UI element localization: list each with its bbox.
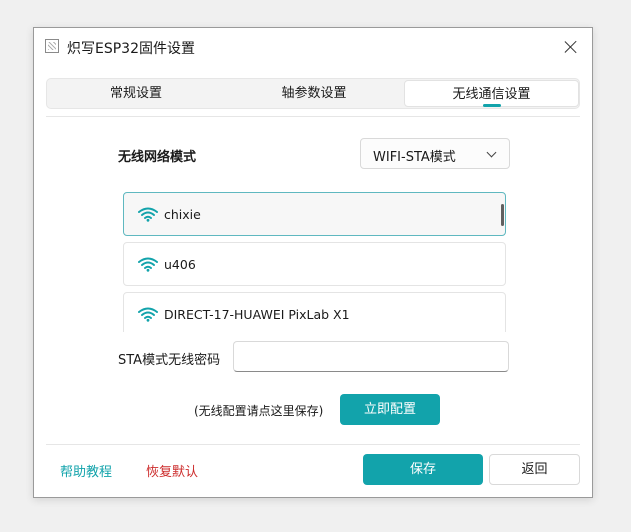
reset-defaults-link[interactable]: 恢复默认 bbox=[146, 461, 198, 480]
sta-password-input[interactable] bbox=[233, 341, 509, 372]
title-bar: 炽写ESP32固件设置 bbox=[34, 28, 592, 66]
wireless-mode-select[interactable]: WIFI-STA模式 bbox=[360, 138, 510, 169]
wifi-ssid: DIRECT-17-HUAWEI PixLab X1 bbox=[164, 307, 350, 322]
wifi-network-list[interactable]: chixie u406 DIRECT-17-HUAWEI PixLab X1 bbox=[123, 192, 506, 332]
config-hint: (无线配置请点这里保存) bbox=[194, 404, 324, 418]
close-icon[interactable] bbox=[560, 36, 582, 58]
wifi-ssid: chixie bbox=[164, 207, 201, 222]
sta-password-label: STA模式无线密码 bbox=[118, 353, 221, 368]
window-title: 炽写ESP32固件设置 bbox=[67, 41, 195, 57]
save-button[interactable]: 保存 bbox=[363, 454, 483, 485]
divider bbox=[46, 444, 580, 445]
selection-indicator bbox=[501, 204, 504, 226]
help-link[interactable]: 帮助教程 bbox=[60, 461, 112, 480]
wifi-list-item[interactable]: u406 bbox=[123, 242, 506, 286]
divider bbox=[46, 116, 580, 117]
chevron-down-icon bbox=[486, 147, 497, 158]
settings-dialog: 炽写ESP32固件设置 常规设置 轴参数设置 无线通信设置 无线网络模式 WIF… bbox=[33, 27, 593, 498]
tab-general[interactable]: 常规设置 bbox=[47, 79, 225, 108]
wifi-icon bbox=[138, 207, 158, 222]
wifi-icon bbox=[138, 257, 158, 272]
active-tab-indicator bbox=[483, 104, 501, 107]
tab-axis-params[interactable]: 轴参数设置 bbox=[225, 79, 403, 108]
tab-wireless[interactable]: 无线通信设置 bbox=[404, 80, 579, 107]
wireless-mode-value: WIFI-STA模式 bbox=[373, 150, 456, 165]
wifi-list-item[interactable]: chixie bbox=[123, 192, 506, 236]
tab-bar: 常规设置 轴参数设置 无线通信设置 bbox=[46, 78, 580, 109]
tab-wireless-label: 无线通信设置 bbox=[452, 87, 531, 102]
wifi-list-item[interactable]: DIRECT-17-HUAWEI PixLab X1 bbox=[123, 292, 506, 332]
wifi-ssid: u406 bbox=[164, 257, 196, 272]
wireless-mode-label: 无线网络模式 bbox=[118, 150, 197, 165]
app-icon bbox=[45, 39, 59, 53]
back-button[interactable]: 返回 bbox=[489, 454, 580, 485]
wifi-icon bbox=[138, 307, 158, 322]
apply-config-button[interactable]: 立即配置 bbox=[340, 394, 440, 425]
